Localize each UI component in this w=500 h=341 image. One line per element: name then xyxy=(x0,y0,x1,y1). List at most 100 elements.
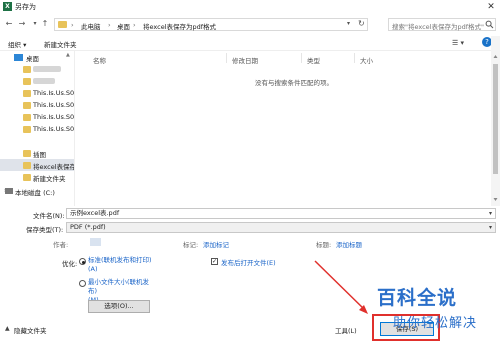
folder-icon xyxy=(23,66,31,73)
column-type[interactable]: 类型 xyxy=(307,55,320,65)
search-icon xyxy=(485,20,494,29)
watermark-title: 百科全说 xyxy=(377,287,458,309)
chevron-up-icon[interactable]: ▲ xyxy=(5,325,10,332)
up-arrow-icon[interactable]: ↑ xyxy=(40,18,50,30)
open-after-publish-checkbox[interactable]: ✓ xyxy=(211,258,218,265)
new-folder-button[interactable]: 新建文件夹 xyxy=(44,39,77,49)
sidebar-item-drive[interactable]: › 本地磁盘 (C:) xyxy=(0,185,74,197)
filename-label: 文件名(N): xyxy=(33,212,65,220)
blurred-label xyxy=(33,78,55,84)
add-tags-link[interactable]: 添加标记 xyxy=(203,239,229,249)
sidebar-item-label: This.Is.Us.S03 xyxy=(33,89,75,97)
blurred-label xyxy=(33,66,61,72)
optimize-label: 优化: xyxy=(62,260,78,268)
title-bar: X 另存为 ✕ xyxy=(0,0,500,14)
file-list-header: 名称 修改日期 类型 大小 xyxy=(76,51,500,65)
chevron-down-icon[interactable]: ▾ xyxy=(30,18,40,30)
filename-value: 示例excel表.pdf xyxy=(70,209,120,217)
sidebar-item-label: This.Is.Us.S03 xyxy=(33,101,75,109)
sidebar-item-label: 新建文件夹 xyxy=(33,175,66,183)
close-icon[interactable]: ✕ xyxy=(484,1,498,13)
column-modified[interactable]: 修改日期 xyxy=(232,55,258,65)
sidebar-item-folder-selected[interactable]: 将excel表保存 xyxy=(0,159,75,171)
view-options-icon[interactable]: ☰ ▾ xyxy=(452,39,464,47)
sidebar-item-blurred[interactable] xyxy=(0,75,74,87)
sidebar-item-folder[interactable]: 插图 xyxy=(0,147,74,159)
options-button[interactable]: 选项(O)... xyxy=(88,300,150,313)
sidebar-item-label: 将excel表保存 xyxy=(33,163,75,171)
navigation-bar: ← → ▾ ↑ › 此电脑 › 桌面 › 将excel表保存为pdf格式 ▾ ↻… xyxy=(0,14,500,34)
title-label: 标题: xyxy=(316,241,332,249)
breadcrumb-item[interactable]: 将excel表保存为pdf格式 xyxy=(143,21,216,31)
folder-icon xyxy=(23,162,31,169)
folder-icon xyxy=(58,21,67,28)
forward-arrow-icon[interactable]: → xyxy=(17,18,27,30)
organize-menu[interactable]: 组织 ▾ xyxy=(8,39,26,49)
folder-icon xyxy=(23,114,31,121)
sidebar-item-folder[interactable]: This.Is.Us.S03 xyxy=(0,99,75,111)
sidebar-item-label: 本地磁盘 (C:) xyxy=(15,189,55,197)
filename-input[interactable]: 示例excel表.pdf ▾ xyxy=(66,208,496,219)
column-divider[interactable] xyxy=(226,53,227,63)
column-divider[interactable] xyxy=(354,53,355,63)
address-bar[interactable]: › 此电脑 › 桌面 › 将excel表保存为pdf格式 ▾ ↻ xyxy=(54,18,368,31)
sidebar-item-folder[interactable]: This.Is.Us.S03 xyxy=(0,123,75,135)
minimum-size-radio[interactable] xyxy=(79,280,86,287)
sidebar-item-folder[interactable]: This.Is.Us.S03 xyxy=(0,111,75,123)
red-arrow-annotation xyxy=(314,260,368,314)
excel-app-icon: X xyxy=(3,2,12,11)
breadcrumb-separator: › xyxy=(133,20,136,29)
folder-icon xyxy=(23,150,31,157)
chevron-down-icon[interactable]: ▾ xyxy=(347,20,357,27)
breadcrumb-separator: › xyxy=(108,20,111,29)
sidebar-item-folder[interactable]: This.Is.Us.S03 xyxy=(0,87,75,99)
author-label: 作者: xyxy=(53,241,69,249)
window-title: 另存为 xyxy=(15,3,36,11)
refresh-icon[interactable]: ↻ xyxy=(358,19,368,28)
folder-icon xyxy=(23,102,31,109)
folder-icon xyxy=(23,90,31,97)
search-placeholder: 搜索"将excel表保存为pdf格式" xyxy=(392,22,484,31)
save-type-value: PDF (*.pdf) xyxy=(70,223,106,231)
breadcrumb-separator: › xyxy=(71,20,74,29)
tools-menu[interactable]: 工具(L) xyxy=(335,325,357,335)
sidebar-item-blurred[interactable] xyxy=(0,63,74,75)
empty-list-message: 没有与搜索条件匹配的项。 xyxy=(255,79,333,87)
search-input[interactable]: 搜索"将excel表保存为pdf格式" xyxy=(388,18,496,31)
radio-selected-dot xyxy=(81,260,85,264)
navigation-pane: ▲ 桌面 This.Is.Us.S03 This.Is.Us.S03 This.… xyxy=(0,51,75,206)
breadcrumb-item[interactable]: 此电脑 xyxy=(81,21,101,31)
folder-icon xyxy=(23,126,31,133)
standard-option-key: (A) xyxy=(88,265,98,273)
open-after-publish-label[interactable]: 发布后打开文件(E) xyxy=(221,257,276,267)
hide-folders-toggle[interactable]: 隐藏文件夹 xyxy=(14,325,47,335)
desktop-icon xyxy=(14,54,23,61)
standard-option-label: 标准(联机发布和打印) xyxy=(88,256,152,264)
author-field-blurred[interactable] xyxy=(90,238,101,246)
sidebar-item-label: This.Is.Us.S03 xyxy=(33,113,75,121)
folder-icon xyxy=(23,174,31,181)
sidebar-item-folder[interactable]: 新建文件夹 xyxy=(0,171,74,183)
save-type-select[interactable]: PDF (*.pdf) ▾ xyxy=(66,222,496,233)
chevron-down-icon[interactable]: ▾ xyxy=(489,223,492,232)
sidebar-item-desktop[interactable]: 桌面 xyxy=(0,51,74,63)
toolbar: 组织 ▾ 新建文件夹 ☰ ▾ ? xyxy=(0,34,500,51)
drive-icon xyxy=(5,188,13,194)
standard-option[interactable]: 标准(联机发布和打印) (A) xyxy=(88,256,158,274)
watermark-subtitle: 助你轻松解决 xyxy=(393,316,478,331)
save-type-label: 保存类型(T): xyxy=(26,226,64,234)
column-divider[interactable] xyxy=(301,53,302,63)
column-name[interactable]: 名称 xyxy=(93,55,106,65)
chevron-down-icon[interactable]: ▾ xyxy=(489,209,492,218)
sidebar-item-label: This.Is.Us.S03 xyxy=(33,125,75,133)
sidebar-item-label: 桌面 xyxy=(26,55,39,63)
sidebar-item-label: 插图 xyxy=(33,151,46,159)
column-size[interactable]: 大小 xyxy=(360,55,373,65)
breadcrumb-item[interactable]: 桌面 xyxy=(117,21,130,31)
add-title-link[interactable]: 添加标题 xyxy=(336,239,362,249)
standard-radio[interactable] xyxy=(79,258,86,265)
tags-label: 标记: xyxy=(183,241,199,249)
vertical-scrollbar[interactable] xyxy=(491,36,500,206)
back-arrow-icon[interactable]: ← xyxy=(4,18,14,30)
minimum-size-option-label: 最小文件大小(联机发布) xyxy=(88,278,150,295)
